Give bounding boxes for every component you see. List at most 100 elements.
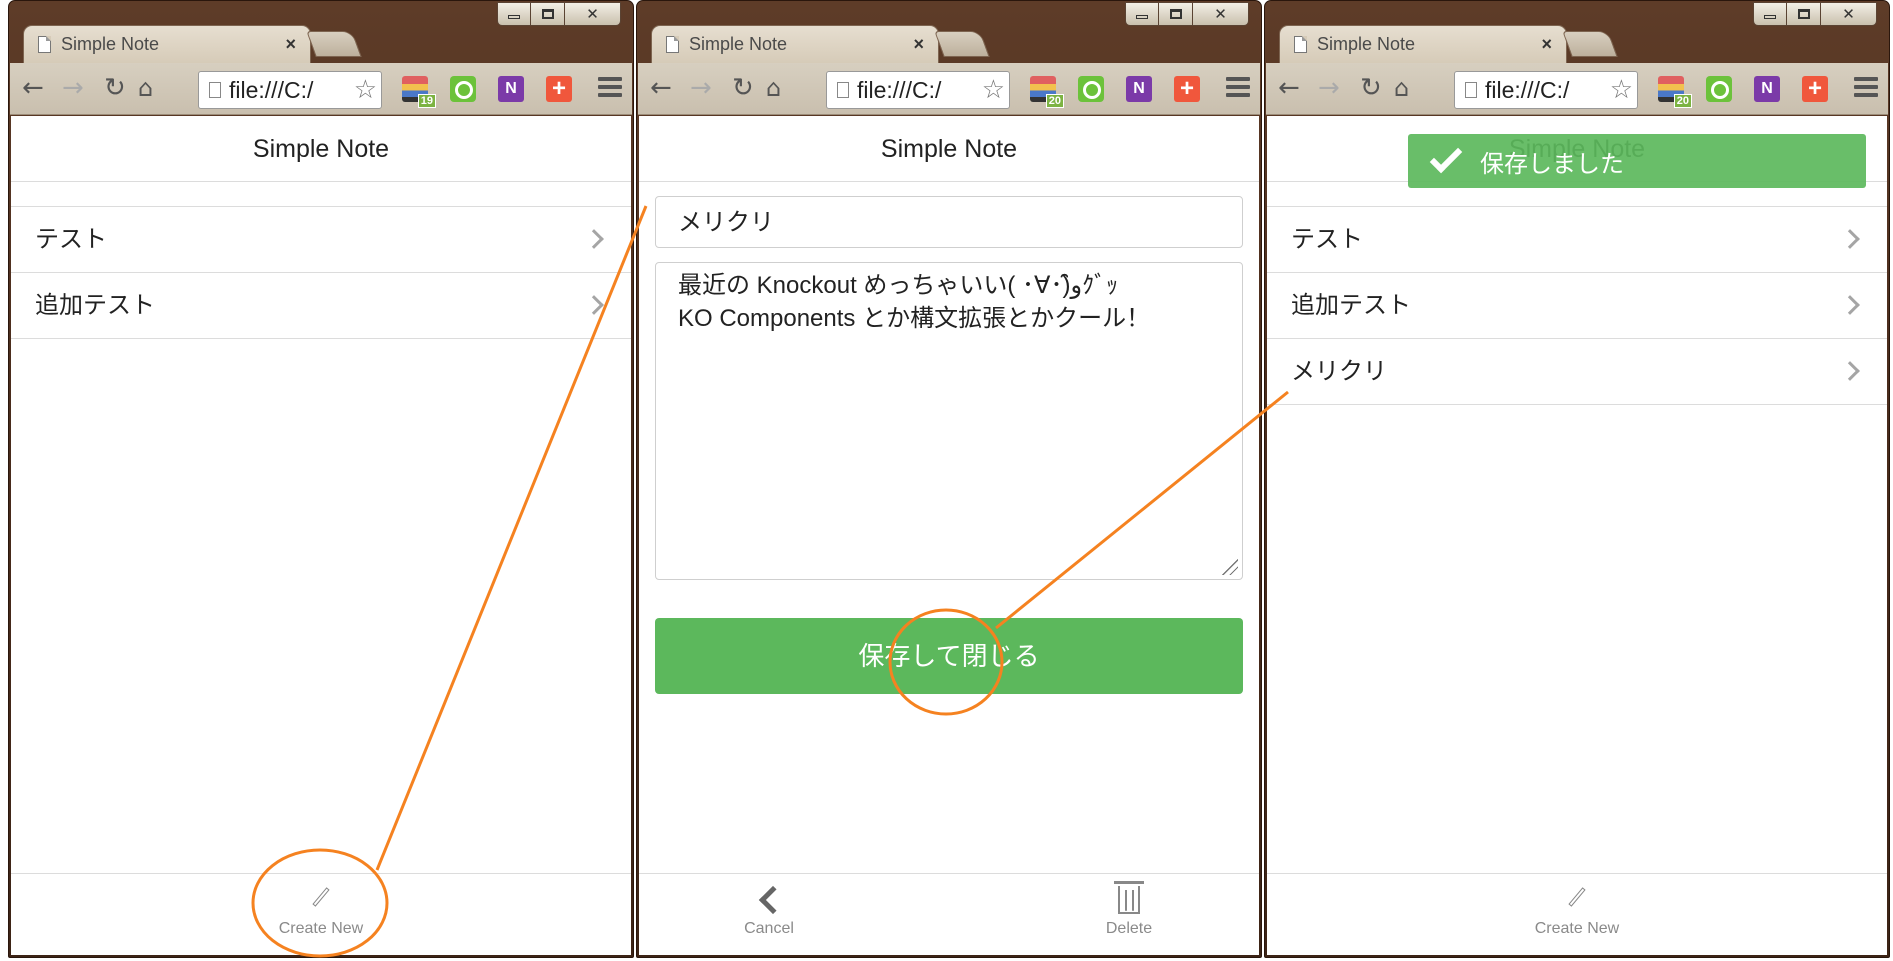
saved-toast: 保存しました xyxy=(1408,134,1866,188)
page-icon xyxy=(1294,36,1307,53)
menu-icon[interactable] xyxy=(1226,77,1250,101)
onenote-icon[interactable]: N xyxy=(1126,76,1152,102)
address-bar[interactable]: file:///C:/ ☆ xyxy=(198,71,382,109)
browser-toolbar: ← → ↻ ⌂ file:///C:/ ☆ 20 N + xyxy=(638,63,1260,115)
address-text[interactable]: file:///C:/ xyxy=(857,77,983,104)
window-controls: ✕ xyxy=(497,2,621,26)
extension-badge: 19 xyxy=(417,94,436,108)
forward-icon[interactable]: → xyxy=(1318,74,1340,102)
page-icon xyxy=(666,36,679,53)
footer-bar: Cancel Delete xyxy=(639,873,1259,955)
body-line: 最近の Knockout めっちゃいい( ･∀･)ﻭ̑̑ｸﾞｯ xyxy=(678,272,1119,299)
maximize-button[interactable] xyxy=(531,2,565,26)
back-icon[interactable]: ← xyxy=(1278,74,1300,102)
tab-title: Simple Note xyxy=(689,34,788,54)
back-icon[interactable]: ← xyxy=(650,74,672,102)
reload-icon[interactable]: ↻ xyxy=(104,74,126,102)
page-icon xyxy=(209,82,221,98)
tab-close-icon[interactable]: × xyxy=(913,34,924,55)
note-title: 追加テスト xyxy=(1291,292,1411,319)
browser-tab[interactable]: Simple Note × xyxy=(1279,25,1567,63)
reading-list-icon[interactable]: 20 xyxy=(1658,76,1692,108)
menu-icon[interactable] xyxy=(598,77,622,101)
page-icon xyxy=(837,82,849,98)
app-content: Simple Note テスト 追加テスト メリクリ Create New xyxy=(1267,116,1887,955)
body-line: KO Components とか構文拡張とかクール！ xyxy=(678,305,1151,332)
window-close-button[interactable]: ✕ xyxy=(565,2,621,26)
list-item[interactable]: テスト xyxy=(1267,207,1887,273)
new-tab-button[interactable] xyxy=(306,31,362,57)
search-extension-icon[interactable] xyxy=(450,76,476,102)
resize-grip-icon[interactable] xyxy=(1222,559,1238,575)
note-list: テスト 追加テスト メリクリ xyxy=(1267,206,1887,405)
chevron-left-icon xyxy=(758,885,788,915)
browser-toolbar: ← → ↻ ⌂ file:///C:/ ☆ 19 N + xyxy=(10,63,632,115)
app-content: Simple Note テスト 追加テスト Create New xyxy=(11,116,631,955)
chevron-right-icon xyxy=(1840,229,1860,249)
reload-icon[interactable]: ↻ xyxy=(732,74,754,102)
search-extension-icon[interactable] xyxy=(1706,76,1732,102)
address-bar[interactable]: file:///C:/ ☆ xyxy=(826,71,1010,109)
list-item[interactable]: 追加テスト xyxy=(11,273,631,339)
browser-toolbar: ← → ↻ ⌂ file:///C:/ ☆ 20 N + xyxy=(1266,63,1888,115)
home-icon[interactable]: ⌂ xyxy=(138,74,153,102)
back-icon[interactable]: ← xyxy=(22,74,44,102)
pencil-icon xyxy=(1568,887,1586,907)
list-item[interactable]: テスト xyxy=(11,207,631,273)
bookmark-star-icon[interactable]: ☆ xyxy=(354,76,377,104)
note-title: メリクリ xyxy=(1291,358,1387,385)
address-text[interactable]: file:///C:/ xyxy=(229,77,355,104)
note-list: テスト 追加テスト xyxy=(11,206,631,339)
page-icon xyxy=(1465,82,1477,98)
maximize-button[interactable] xyxy=(1787,2,1821,26)
maximize-button[interactable] xyxy=(1159,2,1193,26)
onenote-icon[interactable]: N xyxy=(498,76,524,102)
browser-tab[interactable]: Simple Note × xyxy=(23,25,311,63)
tab-title: Simple Note xyxy=(1317,34,1416,54)
reload-icon[interactable]: ↻ xyxy=(1360,74,1382,102)
tab-close-icon[interactable]: × xyxy=(285,34,296,55)
create-new-button[interactable]: Create New xyxy=(11,874,631,955)
new-tab-button[interactable] xyxy=(1562,31,1618,57)
onenote-icon[interactable]: N xyxy=(1754,76,1780,102)
window-controls: ✕ xyxy=(1753,2,1877,26)
home-icon[interactable]: ⌂ xyxy=(1394,74,1409,102)
window-close-button[interactable]: ✕ xyxy=(1193,2,1249,26)
search-extension-icon[interactable] xyxy=(1078,76,1104,102)
address-text[interactable]: file:///C:/ xyxy=(1485,77,1611,104)
list-item[interactable]: メリクリ xyxy=(1267,339,1887,405)
window-close-button[interactable]: ✕ xyxy=(1821,2,1877,26)
plus-extension-icon[interactable]: + xyxy=(546,76,572,102)
create-new-button[interactable]: Create New xyxy=(1267,874,1887,955)
save-and-close-button[interactable]: 保存して閉じる xyxy=(655,618,1243,694)
minimize-button[interactable] xyxy=(1753,2,1787,26)
bookmark-star-icon[interactable]: ☆ xyxy=(982,76,1005,104)
minimize-button[interactable] xyxy=(1125,2,1159,26)
plus-extension-icon[interactable]: + xyxy=(1174,76,1200,102)
note-title: 追加テスト xyxy=(35,292,155,319)
browser-tab[interactable]: Simple Note × xyxy=(651,25,939,63)
reading-list-icon[interactable]: 20 xyxy=(1030,76,1064,108)
new-tab-button[interactable] xyxy=(934,31,990,57)
cancel-button[interactable]: Cancel xyxy=(719,874,819,955)
menu-icon[interactable] xyxy=(1854,77,1878,101)
note-body-textarea[interactable]: 最近の Knockout めっちゃいい( ･∀･)ﻭ̑̑ｸﾞｯ KO Compo… xyxy=(655,262,1243,580)
minimize-button[interactable] xyxy=(497,2,531,26)
forward-icon[interactable]: → xyxy=(62,74,84,102)
note-title: テスト xyxy=(1291,226,1363,253)
tab-close-icon[interactable]: × xyxy=(1541,34,1552,55)
list-item[interactable]: 追加テスト xyxy=(1267,273,1887,339)
toast-message: 保存しました xyxy=(1480,150,1624,178)
home-icon[interactable]: ⌂ xyxy=(766,74,781,102)
extension-badge: 20 xyxy=(1045,94,1064,108)
browser-window-2: ✕ Simple Note × ← → ↻ ⌂ file:///C:/ ☆ 20… xyxy=(636,0,1262,958)
forward-icon[interactable]: → xyxy=(690,74,712,102)
tab-title: Simple Note xyxy=(61,34,160,54)
note-title-input[interactable]: メリクリ xyxy=(655,196,1243,248)
bookmark-star-icon[interactable]: ☆ xyxy=(1610,76,1633,104)
plus-extension-icon[interactable]: + xyxy=(1802,76,1828,102)
address-bar[interactable]: file:///C:/ ☆ xyxy=(1454,71,1638,109)
reading-list-icon[interactable]: 19 xyxy=(402,76,436,108)
page-title: Simple Note xyxy=(639,116,1259,182)
delete-button[interactable]: Delete xyxy=(1079,874,1179,955)
